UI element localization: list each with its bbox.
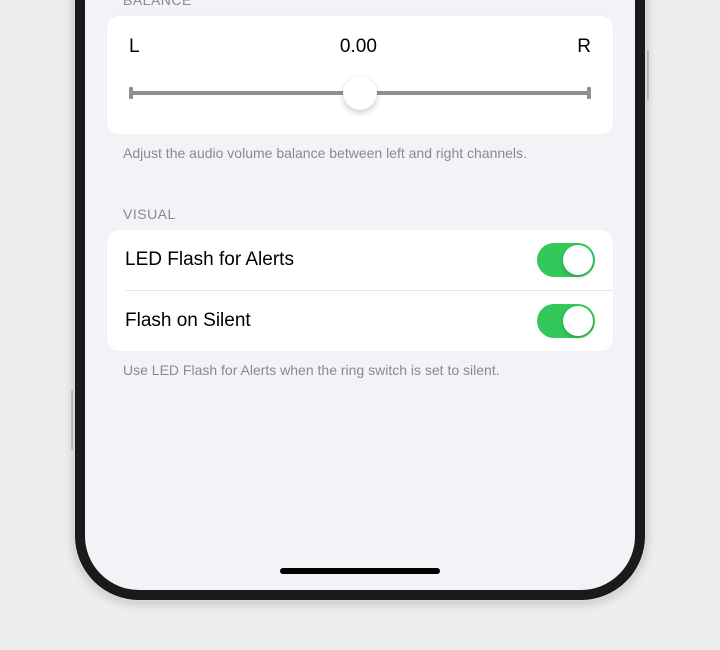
row-label: Flash on Silent (125, 310, 251, 332)
visual-footer: Use LED Flash for Alerts when the ring s… (107, 351, 613, 381)
row-led-flash-for-alerts[interactable]: LED Flash for Alerts (107, 230, 613, 290)
slider-tick-right (587, 87, 591, 99)
phone-frame: BALANCE L 0.00 R Adjust (75, 0, 645, 600)
balance-right-label: R (577, 36, 591, 58)
balance-card: L 0.00 R (107, 16, 613, 134)
toggle-knob (563, 245, 593, 275)
balance-labels: L 0.00 R (129, 36, 591, 58)
balance-section-header: BALANCE (107, 0, 613, 16)
balance-footer: Adjust the audio volume balance between … (107, 134, 613, 164)
row-label: LED Flash for Alerts (125, 249, 294, 271)
balance-slider[interactable] (129, 78, 591, 108)
toggle-flash-on-silent[interactable] (537, 304, 595, 338)
slider-thumb[interactable] (343, 76, 377, 110)
row-flash-on-silent[interactable]: Flash on Silent (125, 290, 613, 351)
phone-screen: BALANCE L 0.00 R Adjust (89, 0, 631, 586)
slider-tick-left (129, 87, 133, 99)
toggle-led-flash-for-alerts[interactable] (537, 243, 595, 277)
phone-bezel: BALANCE L 0.00 R Adjust (75, 0, 645, 600)
visual-card: LED Flash for Alerts Flash on Silent (107, 230, 613, 351)
toggle-knob (563, 306, 593, 336)
home-indicator[interactable] (280, 568, 440, 574)
side-button-right (645, 50, 649, 100)
balance-left-label: L (129, 36, 140, 58)
balance-value: 0.00 (340, 36, 377, 58)
visual-section-header: VISUAL (107, 164, 613, 230)
